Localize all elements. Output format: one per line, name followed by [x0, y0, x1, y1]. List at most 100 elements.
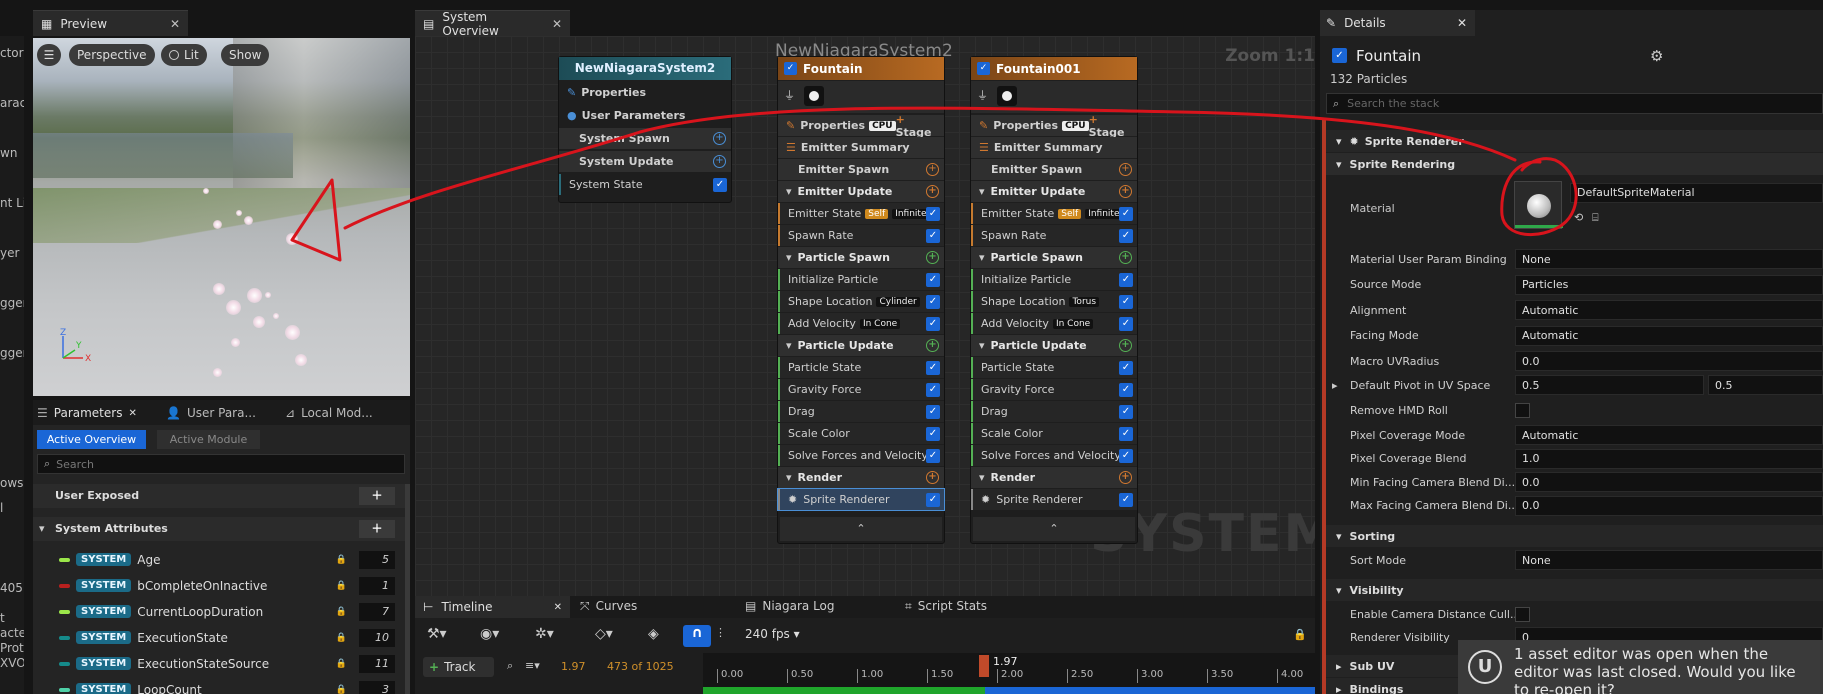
add-velocity-module[interactable]: Add Velocity In Cone ✓: [971, 313, 1137, 334]
spawn-rate-module[interactable]: Spawn Rate ✓: [778, 225, 944, 246]
emitter-summary[interactable]: ☰ Emitter Summary: [971, 137, 1137, 158]
chevron-down-icon[interactable]: ▾: [39, 522, 45, 535]
emitter-properties[interactable]: ✎ Properties CPU + Stage: [971, 113, 1137, 139]
add-module-icon[interactable]: +: [926, 339, 939, 352]
parameter-row[interactable]: SYSTEM Age 🔒 5: [33, 547, 405, 572]
enabled-checkbox[interactable]: ✓: [926, 360, 940, 375]
particle-update-module[interactable]: Drag ✓: [971, 401, 1137, 422]
add-stage-button[interactable]: + Stage: [896, 113, 940, 139]
left-panel-item[interactable]: owse: [0, 476, 24, 490]
particle-spawn-stage[interactable]: Particle Spawn +: [778, 247, 944, 268]
left-panel-item[interactable]: nt Li: [0, 196, 24, 210]
tab-timeline[interactable]: ⊢ Timeline ✕: [415, 596, 570, 618]
close-icon[interactable]: ✕: [552, 17, 562, 31]
particle-update-module[interactable]: Particle State ✓: [971, 357, 1137, 378]
property-value[interactable]: Automatic: [1515, 325, 1823, 346]
left-panel-item[interactable]: acter: [0, 626, 24, 640]
parameter-row[interactable]: SYSTEM ExecutionState 🔒 10: [33, 625, 405, 650]
property-value[interactable]: 0.0: [1515, 472, 1823, 492]
tab-details[interactable]: ✎ Details ✕: [1320, 10, 1475, 36]
enabled-checkbox[interactable]: ✓: [926, 294, 940, 309]
particle-update-module[interactable]: Gravity Force ✓: [971, 379, 1137, 400]
emitter-enabled-checkbox[interactable]: ✓: [1332, 48, 1347, 63]
render-stage[interactable]: Render +: [971, 467, 1137, 488]
tab-system-overview[interactable]: ▤ System Overview ✕: [415, 10, 570, 38]
particle-update-module[interactable]: Particle State ✓: [778, 357, 944, 378]
playhead[interactable]: [979, 655, 989, 677]
add-button[interactable]: ＋: [359, 520, 395, 538]
enabled-checkbox[interactable]: ✓: [1119, 492, 1133, 507]
user-exposed-section[interactable]: User Exposed ＋: [33, 484, 405, 508]
enabled-checkbox[interactable]: ✓: [926, 492, 940, 507]
tab-script-stats[interactable]: ⌗ Script Stats: [905, 599, 987, 614]
camera-cull-checkbox[interactable]: [1515, 606, 1530, 622]
particle-update-module[interactable]: Gravity Force ✓: [778, 379, 944, 400]
particle-update-module[interactable]: Solve Forces and Velocity ✓: [971, 445, 1137, 466]
enabled-checkbox[interactable]: ✓: [926, 426, 940, 441]
add-module-icon[interactable]: +: [926, 471, 939, 484]
particle-update-stage[interactable]: Particle Update +: [971, 335, 1137, 356]
enabled-checkbox[interactable]: ✓: [1119, 206, 1133, 221]
add-module-icon[interactable]: +: [926, 163, 939, 176]
add-velocity-module[interactable]: Add Velocity In Cone ✓: [778, 313, 944, 334]
enabled-checkbox[interactable]: ✓: [926, 382, 940, 397]
scrollbar[interactable]: [405, 484, 410, 694]
magnet-icon[interactable]: ∩: [683, 625, 711, 647]
shape-location-module[interactable]: Shape Location Cylinder ✓: [778, 291, 944, 312]
material-picker[interactable]: DefaultSpriteMaterial: [1570, 183, 1823, 203]
shape-location-module[interactable]: Shape Location Torus ✓: [971, 291, 1137, 312]
stack-search[interactable]: ⌕ Search the stack: [1326, 93, 1823, 114]
emitter-summary[interactable]: ☰ Emitter Summary: [778, 137, 944, 158]
close-icon[interactable]: ✕: [128, 408, 136, 419]
add-module-icon[interactable]: +: [1119, 251, 1132, 264]
active-module-button[interactable]: Active Module: [157, 430, 260, 449]
enabled-checkbox[interactable]: ✓: [1119, 360, 1133, 375]
left-panel-item[interactable]: aract: [0, 96, 24, 110]
system-node[interactable]: NewNiagaraSystem2 ✎ Properties ● User Para…: [558, 56, 732, 203]
property-value[interactable]: Automatic: [1515, 425, 1823, 445]
browse-icon[interactable]: ⌸: [1592, 211, 1599, 225]
spawn-rate-module[interactable]: Spawn Rate ✓: [971, 225, 1137, 246]
parameter-row[interactable]: SYSTEM bCompleteOnInactive 🔒 1: [33, 573, 405, 598]
enabled-checkbox[interactable]: ✓: [1119, 294, 1133, 309]
left-panel-item[interactable]: Proto: [0, 641, 24, 655]
add-module-icon[interactable]: +: [1119, 185, 1132, 198]
emitter-update-stage[interactable]: Emitter Update +: [971, 181, 1137, 202]
enabled-checkbox[interactable]: ✓: [1119, 228, 1133, 243]
property-value[interactable]: 1.0: [1515, 448, 1823, 469]
material-thumbnail[interactable]: [1514, 181, 1563, 229]
emitter-update-stage[interactable]: Emitter Update +: [778, 181, 944, 202]
enabled-checkbox[interactable]: ✓: [926, 316, 940, 331]
emitter-spawn-stage[interactable]: Emitter Spawn +: [971, 159, 1137, 180]
emitter-node[interactable]: ✓ Fountain ⏚ ✎ Properties CPU + Stage ☰ Emitter …: [777, 56, 945, 544]
active-overview-button[interactable]: Active Overview: [37, 430, 146, 449]
system-properties[interactable]: ✎ Properties: [559, 82, 731, 103]
wrench-icon[interactable]: ⚒▾: [427, 626, 447, 642]
left-panel-item[interactable]: wn: [0, 146, 17, 160]
system-state[interactable]: System State ✓: [559, 174, 731, 195]
tab-local-modules[interactable]: ⊿ Local Mod...: [285, 404, 373, 422]
search-icon[interactable]: ⌕: [507, 659, 513, 673]
particle-update-module[interactable]: Solve Forces and Velocity ✓: [778, 445, 944, 466]
add-module-icon[interactable]: +: [713, 132, 726, 145]
emitter-state-module[interactable]: Emitter State Self Infinite ✓: [778, 203, 944, 224]
perspective-button[interactable]: Perspective: [69, 44, 155, 66]
enabled-checkbox[interactable]: ✓: [926, 404, 940, 419]
sprite-renderer-item[interactable]: ✹ Sprite Renderer ✓: [777, 488, 945, 511]
filter-icon[interactable]: ≡▾: [525, 659, 540, 672]
left-panel-item[interactable]: l: [0, 501, 3, 515]
particle-update-module[interactable]: Scale Color ✓: [778, 423, 944, 444]
emitter-enabled-checkbox[interactable]: ✓: [784, 62, 797, 75]
parameter-row[interactable]: SYSTEM CurrentLoopDuration 🔒 7: [33, 599, 405, 624]
sprite-renderer-header[interactable]: ▾ ✹ Sprite Renderer: [1326, 130, 1823, 152]
enabled-checkbox[interactable]: ✓: [713, 177, 727, 192]
snap-keyframe-icon[interactable]: ◈: [648, 626, 659, 642]
emitter-enabled-checkbox[interactable]: ✓: [977, 62, 990, 75]
keyframe-icon[interactable]: ◇▾: [595, 626, 613, 642]
show-button[interactable]: Show: [221, 44, 270, 66]
close-icon[interactable]: ✕: [554, 602, 562, 613]
more-options-icon[interactable]: ⋮: [715, 626, 726, 639]
tab-user-params[interactable]: 👤 User Para...: [166, 404, 256, 422]
params-search[interactable]: ⌕ Search: [37, 454, 405, 474]
enabled-checkbox[interactable]: ✓: [1119, 272, 1133, 287]
